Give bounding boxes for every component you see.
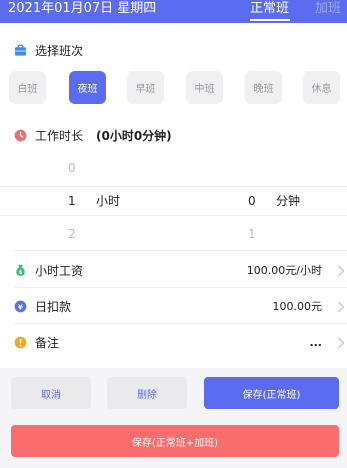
duration-summary: (0小时0分钟) <box>96 129 172 143</box>
shift-option-early[interactable]: 早班 <box>127 71 164 104</box>
svg-text:¥: ¥ <box>18 302 24 311</box>
daily-deduction-label: 日扣款 <box>35 300 72 314</box>
exclamation-icon <box>14 336 27 349</box>
tab-normal-shift[interactable]: 正常班 <box>250 0 289 18</box>
chevron-right-icon[interactable] <box>337 337 345 349</box>
minutes-unit: 分钟 <box>276 194 301 208</box>
save-normal-button[interactable]: 保存(正常班) <box>204 377 339 409</box>
delete-button[interactable]: 删除 <box>107 377 187 409</box>
money-bag-icon: $ <box>16 264 25 276</box>
clock-icon <box>14 129 27 142</box>
briefcase-icon <box>14 44 27 56</box>
divider-1 <box>14 250 347 251</box>
hourly-wage-label: 小时工资 <box>35 264 84 278</box>
shift-option-day[interactable]: 白班 <box>9 71 46 104</box>
shift-section-title: 选择班次 <box>35 44 84 58</box>
picker-bottom-line <box>0 215 347 216</box>
hours-unit: 小时 <box>96 194 121 208</box>
divider-3 <box>14 323 347 324</box>
hourly-wage-value[interactable]: 100.00元/小时 <box>247 263 322 279</box>
tab-overtime[interactable]: 加班 <box>315 0 341 18</box>
note-label: 备注 <box>35 336 60 350</box>
shift-option-evening[interactable]: 晚班 <box>245 71 282 104</box>
minutes-selected[interactable]: 0 <box>248 193 256 209</box>
header-bar: 2021年01月07日 星期四 正常班 加班 <box>0 0 347 23</box>
note-value[interactable]: ... <box>309 335 322 351</box>
shift-option-middle[interactable]: 中班 <box>186 71 223 104</box>
yen-coin-icon: ¥ <box>14 300 27 313</box>
shift-option-rest[interactable]: 休息 <box>303 71 340 104</box>
cancel-button[interactable]: 取消 <box>11 377 91 409</box>
svg-text:$: $ <box>18 269 22 276</box>
daily-deduction-value[interactable]: 100.00元 <box>273 299 323 315</box>
chevron-right-icon[interactable] <box>337 301 345 313</box>
divider-2 <box>14 287 347 288</box>
hours-selected[interactable]: 1 <box>68 193 76 209</box>
duration-label: 工作时长 <box>35 129 84 143</box>
chevron-right-icon[interactable] <box>337 265 345 277</box>
picker-top-line <box>0 186 347 187</box>
hours-option-below[interactable]: 2 <box>68 226 76 242</box>
hours-option-above[interactable]: 0 <box>68 160 76 176</box>
active-tab-indicator <box>250 19 290 21</box>
minutes-option-below[interactable]: 1 <box>248 226 256 242</box>
shift-option-night[interactable]: 夜班 <box>69 71 106 104</box>
date-label: 2021年01月07日 星期四 <box>8 1 157 16</box>
save-normal-overtime-button[interactable]: 保存(正常班+加班) <box>11 425 339 457</box>
